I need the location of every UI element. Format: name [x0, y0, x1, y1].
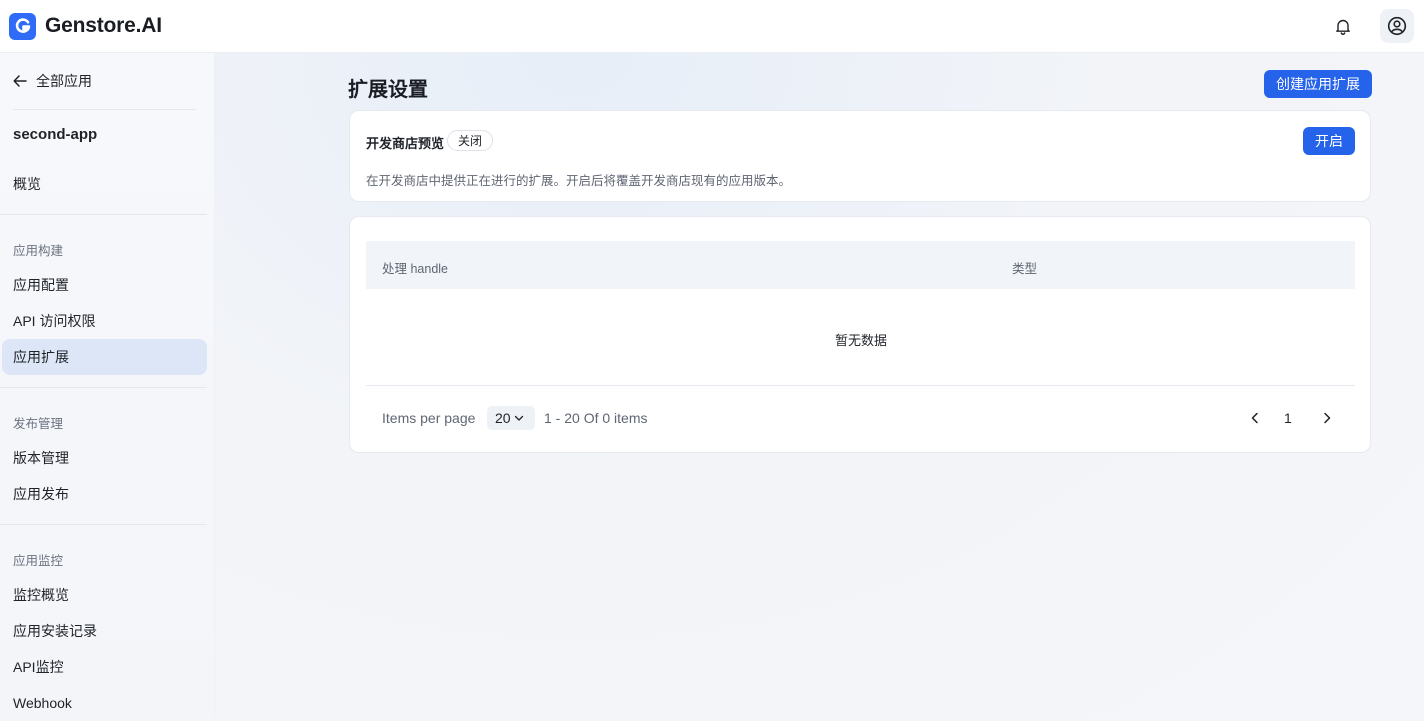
sidebar-item-app-extensions[interactable]: 应用扩展 [2, 339, 207, 375]
enable-button[interactable]: 开启 [1303, 127, 1355, 155]
previous-page-button[interactable] [1245, 408, 1265, 428]
divider [0, 524, 207, 525]
sidebar-item-overview[interactable]: 概览 [2, 166, 207, 202]
sidebar-item-api-access[interactable]: API 访问权限 [2, 303, 207, 339]
sidebar-item-webhook[interactable]: Webhook [2, 685, 207, 721]
page-title: 扩展设置 [348, 79, 428, 101]
top-bar: Genstore.AI [0, 0, 1424, 53]
chevron-right-icon [1324, 412, 1331, 424]
main-content: 扩展设置 创建应用扩展 开发商店预览 关闭 开启 在开发商店中提供正在进行的扩展… [215, 53, 1424, 719]
preview-description: 在开发商店中提供正在进行的扩展。开启后将覆盖开发商店现有的应用版本。 [366, 174, 792, 188]
sidebar-item-app-config[interactable]: 应用配置 [2, 267, 207, 303]
chevron-left-icon [1251, 412, 1258, 424]
extensions-table-card: 处理 handle 类型 暂无数据 Items per page 20 1 - … [349, 216, 1371, 453]
chevron-down-icon [514, 415, 523, 421]
column-header-handle[interactable]: 处理 handle [382, 258, 448, 277]
back-label: 全部应用 [36, 73, 92, 89]
brand-name: Genstore.AI [45, 14, 162, 37]
sidebar-item-install-records[interactable]: 应用安装记录 [2, 613, 207, 649]
divider [0, 387, 207, 388]
sidebar-item-api-monitor[interactable]: API监控 [2, 649, 207, 685]
user-circle-icon [1387, 16, 1407, 36]
table-header: 处理 handle 类型 [366, 241, 1355, 289]
per-page-value: 20 [495, 410, 511, 426]
divider [0, 214, 207, 215]
sidebar: 全部应用 second-app 概览 应用构建 应用配置 API 访问权限 应用… [0, 53, 215, 719]
pagination-range: 1 - 20 Of 0 items [544, 410, 648, 426]
empty-state: 暂无数据 [834, 333, 887, 348]
divider [366, 385, 1355, 386]
create-extension-button[interactable]: 创建应用扩展 [1264, 70, 1372, 98]
arrow-left-icon [13, 75, 27, 87]
preview-title: 开发商店预览 [366, 136, 445, 151]
app-name: second-app [13, 126, 98, 143]
column-header-type[interactable]: 类型 [1012, 258, 1037, 277]
sidebar-item-app-release[interactable]: 应用发布 [2, 476, 207, 512]
back-to-all-apps[interactable]: 全部应用 [13, 71, 92, 91]
logo-icon [9, 12, 36, 40]
section-label-monitoring: 应用监控 [13, 554, 64, 568]
per-page-select[interactable]: 20 [487, 406, 535, 430]
sidebar-item-monitor-overview[interactable]: 监控概览 [2, 577, 207, 613]
user-avatar[interactable] [1380, 9, 1414, 43]
status-badge: 关闭 [447, 130, 494, 151]
brand-logo[interactable]: Genstore.AI [9, 12, 162, 40]
divider [13, 109, 196, 110]
section-label-build: 应用构建 [13, 244, 64, 258]
sidebar-item-version-management[interactable]: 版本管理 [2, 440, 207, 476]
bell-icon[interactable] [1326, 9, 1360, 43]
section-label-release: 发布管理 [13, 417, 64, 431]
items-per-page-label: Items per page [382, 410, 476, 426]
dev-store-preview-card: 开发商店预览 关闭 开启 在开发商店中提供正在进行的扩展。开启后将覆盖开发商店现… [349, 110, 1371, 202]
current-page[interactable]: 1 [1284, 410, 1292, 426]
next-page-button[interactable] [1317, 408, 1337, 428]
